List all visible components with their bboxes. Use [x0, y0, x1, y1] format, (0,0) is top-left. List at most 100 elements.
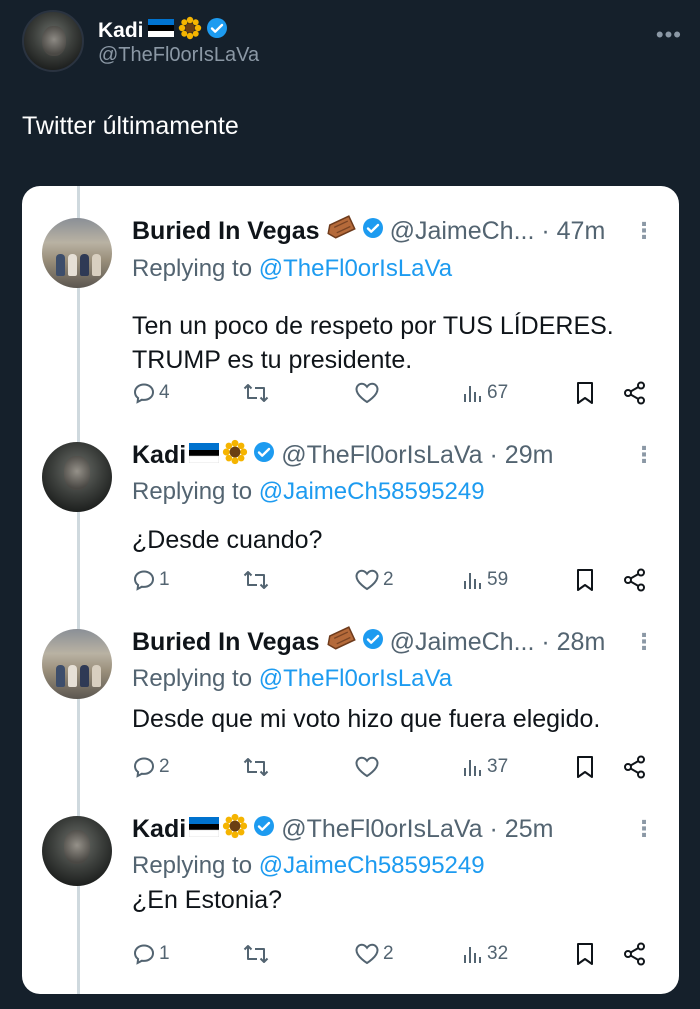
views-button[interactable]: 59 [462, 565, 508, 595]
display-name[interactable]: Kadi [132, 441, 186, 470]
heart-icon [354, 568, 380, 592]
views-count: 37 [487, 756, 509, 777]
share-icon [622, 754, 648, 780]
replying-to-label: Replying to [132, 255, 253, 282]
like-button[interactable]: 2 [354, 939, 394, 969]
author-handle[interactable]: @TheFl0orIsLaVa [98, 44, 259, 67]
tweet-text-line: TRUMP es tu presidente. [132, 346, 413, 374]
more-horizontal-icon[interactable]: ••• [656, 22, 682, 48]
verified-icon [253, 815, 275, 844]
replying-to: Replying to @JaimeCh58595249 [132, 478, 485, 506]
bookmark-icon [574, 941, 596, 967]
like-count: 2 [383, 569, 394, 590]
like-button[interactable] [354, 378, 383, 408]
avatar[interactable] [42, 218, 112, 288]
like-button[interactable]: 2 [354, 565, 394, 595]
views-count: 67 [487, 382, 509, 403]
heart-icon [354, 755, 380, 779]
reply-icon [132, 381, 156, 405]
tweet-header: Buried In Vegas @JaimeCh... · 47m [132, 215, 605, 248]
retweet-icon [242, 942, 270, 966]
reply-button[interactable]: 2 [132, 752, 170, 782]
tweet-actions: 4 67 [132, 378, 652, 408]
share-icon [622, 941, 648, 967]
retweet-button[interactable] [242, 378, 273, 408]
verified-icon [253, 441, 275, 470]
more-vertical-icon[interactable]: ⋮ [633, 442, 655, 468]
reply-button[interactable]: 4 [132, 378, 170, 408]
tweet-text-line: Ten un poco de respeto por TUS LÍDERES. [132, 312, 614, 340]
verified-icon [206, 17, 228, 44]
more-vertical-icon[interactable]: ⋮ [633, 218, 655, 244]
tweet-text: ¿En Estonia? [132, 883, 282, 917]
bookmark-button[interactable] [574, 565, 596, 595]
avatar[interactable] [42, 816, 112, 886]
handle-timestamp[interactable]: @JaimeCh... · 28m [390, 628, 606, 657]
bookmark-button[interactable] [574, 752, 596, 782]
reply-count: 2 [159, 756, 170, 777]
post-text: Twitter últimamente [22, 112, 239, 140]
replying-to-link[interactable]: @TheFl0orIsLaVa [259, 255, 452, 282]
reply-icon [132, 755, 156, 779]
verified-icon [362, 217, 384, 246]
tweet-actions: 1 2 32 [132, 939, 652, 969]
views-count: 32 [487, 943, 509, 964]
share-button[interactable] [622, 378, 648, 408]
bookmark-button[interactable] [574, 378, 596, 408]
display-name[interactable]: Buried In Vegas [132, 217, 320, 246]
replying-to-label: Replying to [132, 478, 253, 505]
author-name[interactable]: Kadi [98, 19, 144, 43]
coffin-icon [323, 626, 357, 659]
avatar[interactable] [22, 10, 84, 72]
views-button[interactable]: 67 [462, 378, 508, 408]
handle-timestamp[interactable]: @TheFl0orIsLaVa · 29m [281, 441, 553, 470]
replying-to: Replying to @TheFl0orIsLaVa [132, 255, 452, 283]
retweet-button[interactable] [242, 752, 273, 782]
replying-to-link[interactable]: @JaimeCh58595249 [259, 478, 485, 505]
retweet-button[interactable] [242, 939, 273, 969]
reply-count: 1 [159, 569, 170, 590]
share-button[interactable] [622, 752, 648, 782]
bookmark-icon [574, 380, 596, 406]
heart-icon [354, 381, 380, 405]
avatar[interactable] [42, 442, 112, 512]
views-button[interactable]: 32 [462, 939, 508, 969]
replying-to-link[interactable]: @TheFl0orIsLaVa [259, 665, 452, 692]
retweet-icon [242, 568, 270, 592]
more-vertical-icon[interactable]: ⋮ [633, 629, 655, 655]
reply-count: 1 [159, 943, 170, 964]
replying-to-link[interactable]: @JaimeCh58595249 [259, 852, 485, 879]
share-button[interactable] [622, 939, 648, 969]
replying-to: Replying to @JaimeCh58595249 [132, 852, 485, 880]
tweet-header: Kadi @TheFl0orIsLaVa · 29m [132, 439, 553, 472]
tweet-header: Kadi @TheFl0orIsLaVa · 25m [132, 813, 553, 846]
bookmark-button[interactable] [574, 939, 596, 969]
views-icon [462, 943, 484, 965]
sunflower-icon [222, 439, 248, 472]
display-name[interactable]: Buried In Vegas [132, 628, 320, 657]
reply-button[interactable]: 1 [132, 565, 170, 595]
tweet-text-line: ¿En Estonia? [132, 886, 283, 914]
tweet-text-line: ¿Desde cuando? [132, 526, 323, 554]
tweet-actions: 1 2 59 [132, 565, 652, 595]
tweet-text-line: Desde que mi voto hizo que fuera elegido… [132, 705, 601, 733]
avatar[interactable] [42, 629, 112, 699]
retweet-icon [242, 381, 270, 405]
more-vertical-icon[interactable]: ⋮ [633, 816, 655, 842]
handle-timestamp[interactable]: @TheFl0orIsLaVa · 25m [281, 815, 553, 844]
display-name[interactable]: Kadi [132, 815, 186, 844]
bookmark-icon [574, 567, 596, 593]
views-button[interactable]: 37 [462, 752, 508, 782]
share-button[interactable] [622, 565, 648, 595]
handle-timestamp[interactable]: @JaimeCh... · 47m [390, 217, 606, 246]
estonia-flag-icon [188, 815, 220, 844]
reply-button[interactable]: 1 [132, 939, 170, 969]
like-button[interactable] [354, 752, 383, 782]
retweet-button[interactable] [242, 565, 273, 595]
heart-icon [354, 942, 380, 966]
tweet-text: ¿Desde cuando? [132, 523, 322, 557]
verified-icon [362, 628, 384, 657]
tweet-text: Desde que mi voto hizo que fuera elegido… [132, 702, 600, 736]
tweet-header: Buried In Vegas @JaimeCh... · 28m [132, 626, 605, 659]
views-icon [462, 756, 484, 778]
